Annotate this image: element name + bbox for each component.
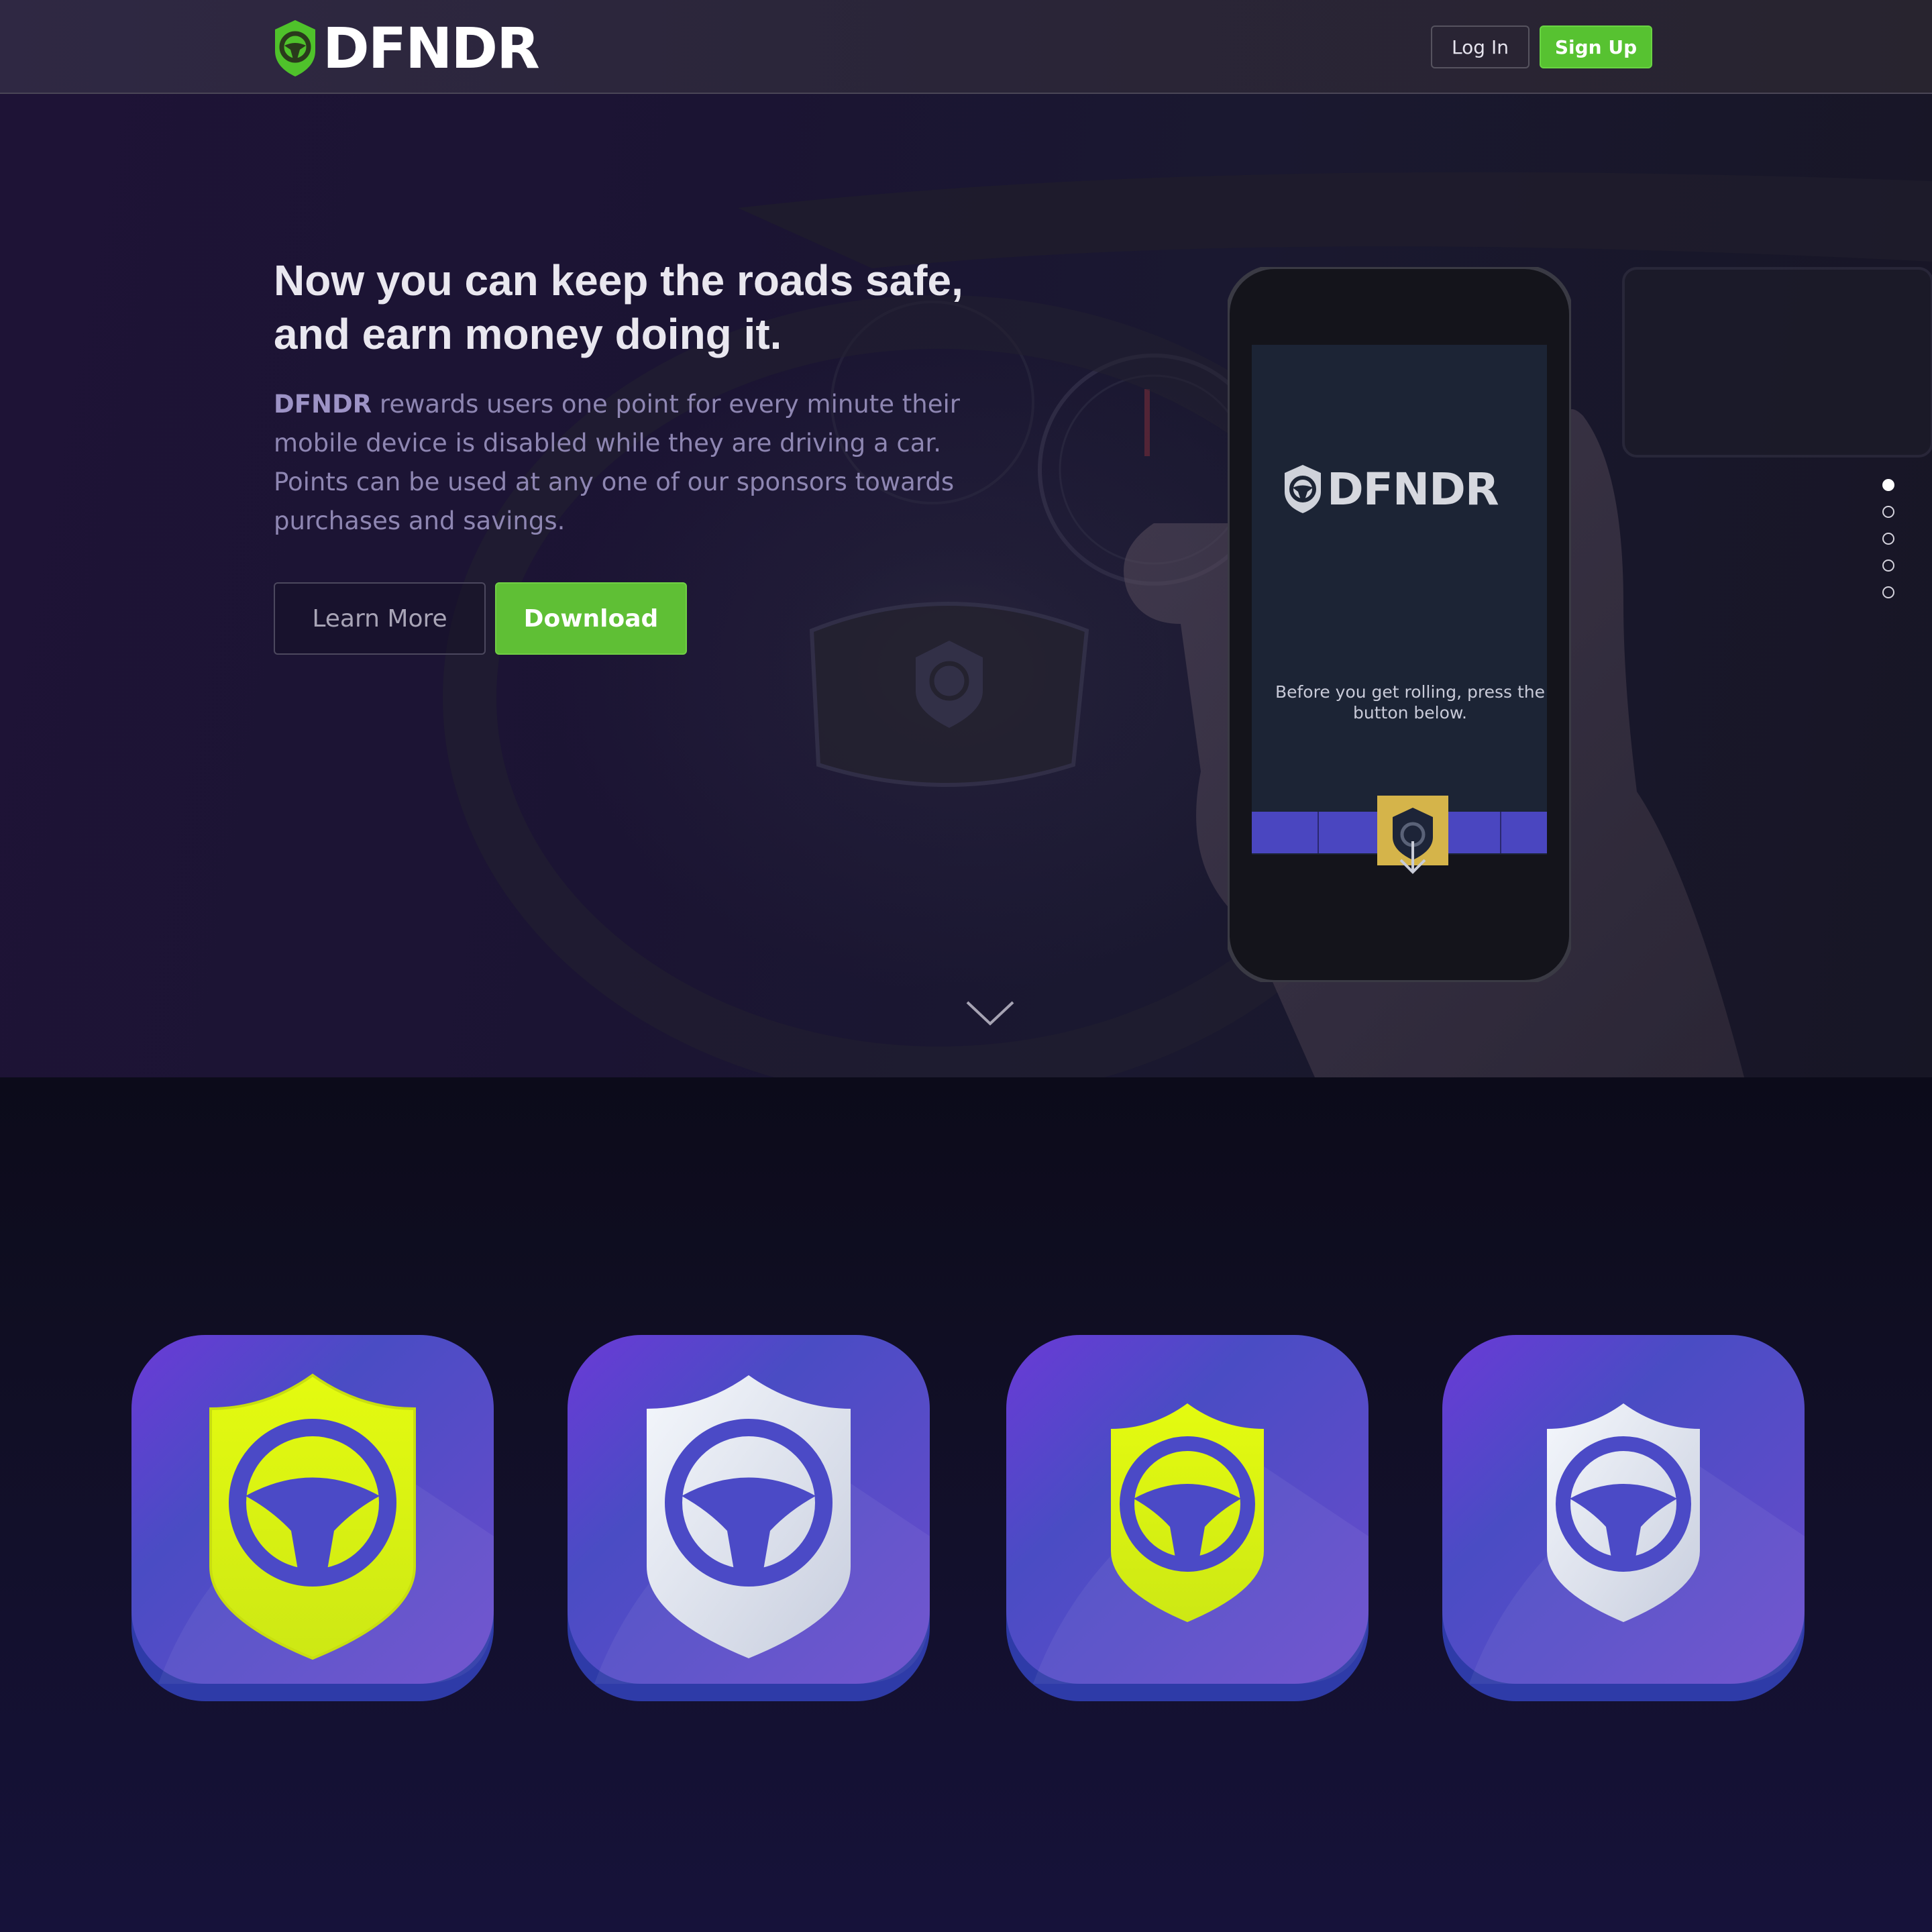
app-icon-white-small[interactable] <box>1442 1335 1805 1701</box>
download-button[interactable]: Download <box>495 582 687 655</box>
arrow-down-icon <box>1399 841 1426 874</box>
slide-pager <box>1882 479 1898 613</box>
hero-description-brand: DFNDR <box>274 390 372 419</box>
phone-message: Before you get rolling, press the button… <box>1275 682 1546 722</box>
dfndr-logo[interactable]: DFNDR <box>273 15 540 81</box>
hero-description-body: rewards users one point for every minute… <box>274 390 960 535</box>
pager-dot-5[interactable] <box>1882 586 1894 598</box>
pager-dot-4[interactable] <box>1882 559 1894 572</box>
app-icon-yellow-large[interactable] <box>131 1335 494 1701</box>
phone-app-logo: DFNDR <box>1283 459 1538 519</box>
logo-wordmark: DFNDR <box>323 15 540 81</box>
app-icon-white-large[interactable] <box>568 1335 930 1701</box>
pager-dot-1[interactable] <box>1882 479 1894 491</box>
pager-dot-2[interactable] <box>1882 506 1894 518</box>
phone-shield-icon <box>1285 465 1321 513</box>
app-icons-section <box>0 1077 1932 1932</box>
hero-headline: Now you can keep the roads safe, and ear… <box>274 256 963 358</box>
phone-logo-wordmark: DFNDR <box>1327 463 1499 515</box>
app-icon-yellow-small[interactable] <box>1006 1335 1368 1701</box>
hero-description: DFNDR rewards users one point for every … <box>274 385 971 541</box>
top-navbar: DFNDR Log In Sign Up <box>0 0 1932 94</box>
learn-more-button[interactable]: Learn More <box>274 582 486 655</box>
phone-mockup <box>1228 267 1571 982</box>
signup-button[interactable]: Sign Up <box>1540 25 1652 68</box>
hero-section: DFNDR Before you get rolling, press the … <box>0 94 1932 1077</box>
pager-dot-3[interactable] <box>1882 533 1894 545</box>
chevron-down-icon[interactable] <box>966 1000 1014 1026</box>
shield-logo-icon <box>275 20 315 76</box>
login-button[interactable]: Log In <box>1431 25 1529 68</box>
